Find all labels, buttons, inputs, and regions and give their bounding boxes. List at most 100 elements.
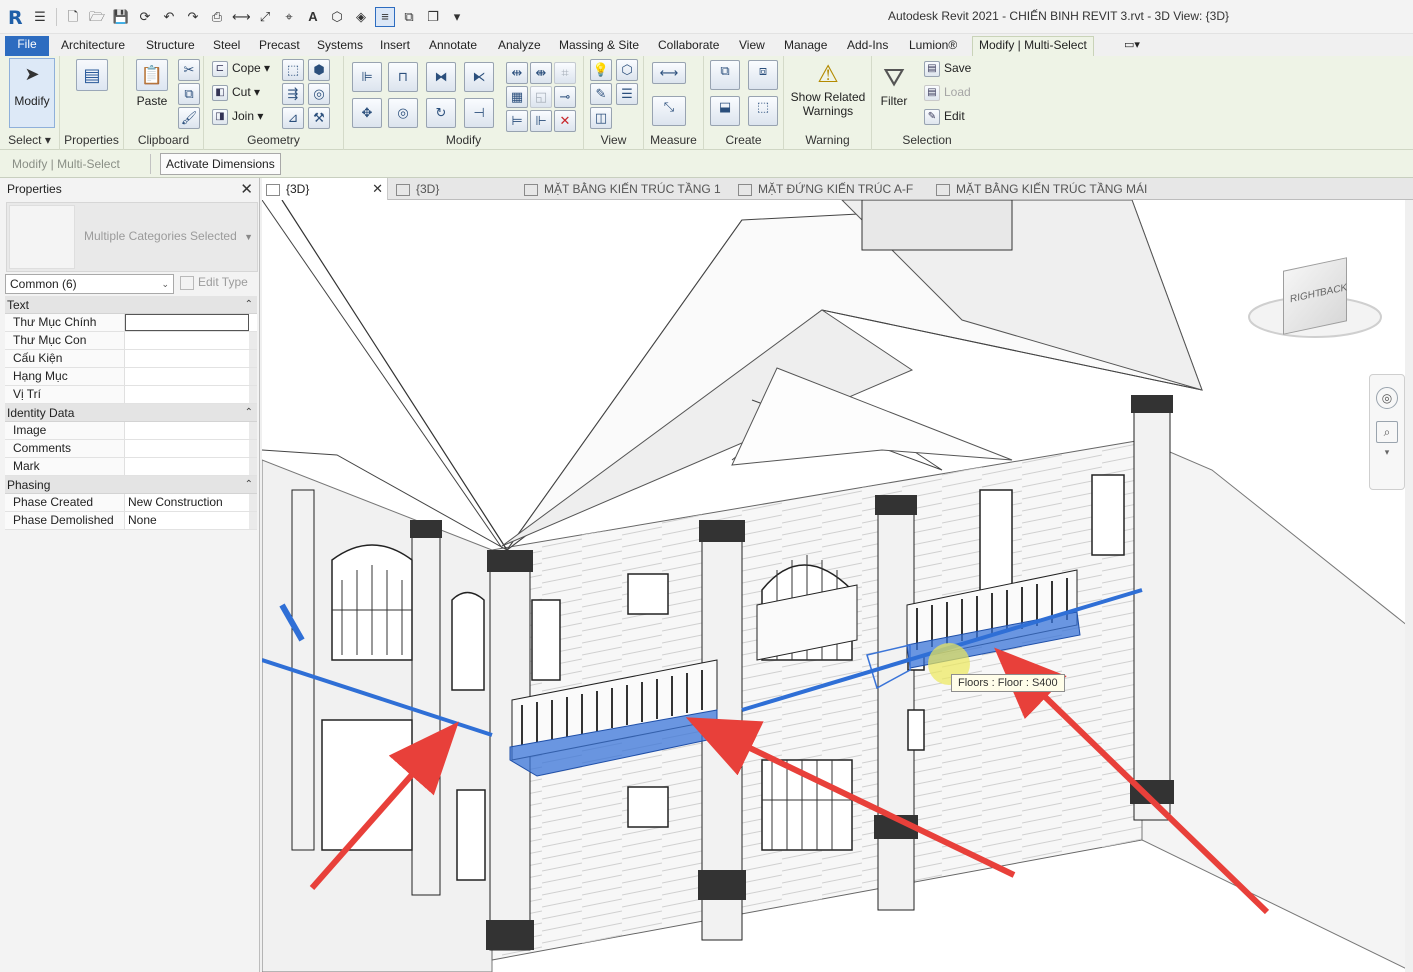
undo-icon[interactable]: ↶: [159, 7, 179, 27]
trim-extend-icon[interactable]: ⊣: [464, 98, 494, 128]
modify-button[interactable]: ➤ Modify: [9, 58, 55, 128]
create-parts-icon[interactable]: ⧈: [748, 60, 778, 90]
properties-filter-dropdown[interactable]: Common (6) ⌄: [5, 274, 174, 294]
property-row[interactable]: Phase Demolished None: [5, 512, 257, 530]
customize-qat-icon[interactable]: ▾: [447, 7, 467, 27]
property-value[interactable]: None: [125, 512, 249, 529]
vertical-scrollbar[interactable]: [1405, 200, 1413, 972]
3d-view-icon[interactable]: ⬡: [327, 7, 347, 27]
close-hidden-icon[interactable]: ⧉: [399, 7, 419, 27]
text-icon[interactable]: A: [303, 7, 323, 27]
viewcube-right-label[interactable]: RIGHT: [1290, 288, 1321, 306]
type-selector[interactable]: Multiple Categories Selected ▼: [6, 202, 258, 272]
view-tab-floor-plan-1[interactable]: MẶT BẰNG KIẾN TRÚC TẦNG 1: [520, 178, 721, 200]
thin-lines-icon[interactable]: ≡: [375, 7, 395, 27]
new-file-icon[interactable]: 🗋: [63, 7, 83, 27]
wall-joins-icon[interactable]: ⬢: [308, 59, 330, 81]
override-graphics-icon[interactable]: 💡: [590, 59, 612, 81]
switch-windows-icon[interactable]: ❐: [423, 7, 443, 27]
join-button[interactable]: ◨ Join ▾: [212, 109, 263, 129]
redo-icon[interactable]: ↷: [183, 7, 203, 27]
property-row[interactable]: Vị Trí: [5, 386, 257, 404]
property-value[interactable]: [125, 386, 249, 403]
tab-view[interactable]: View: [733, 37, 771, 56]
tab-modify-multi-select[interactable]: Modify | Multi-Select: [972, 36, 1094, 56]
mirror-axis-icon[interactable]: ⧓: [426, 62, 456, 92]
property-row[interactable]: Phase Created New Construction: [5, 494, 257, 512]
measure-between-icon[interactable]: ⟷: [652, 62, 686, 84]
dimension-icon[interactable]: ⤢: [255, 7, 275, 27]
property-value[interactable]: [125, 332, 249, 349]
tab-manage[interactable]: Manage: [778, 37, 833, 56]
chevron-down-icon[interactable]: ▾: [1370, 447, 1404, 458]
tab-steel[interactable]: Steel: [207, 37, 246, 56]
view-tab-3d[interactable]: {3D}: [392, 178, 439, 200]
viewcube-box[interactable]: RIGHT BACK: [1283, 257, 1347, 335]
trim-single-icon[interactable]: ⊩: [530, 110, 552, 132]
view-tab-roof-plan[interactable]: MẶT BẰNG KIẾN TRÚC TẦNG MÁI: [932, 178, 1147, 200]
tab-annotate[interactable]: Annotate: [423, 37, 483, 56]
activate-dimensions-button[interactable]: Activate Dimensions: [160, 153, 281, 175]
create-assembly-icon[interactable]: ⧉: [710, 60, 740, 90]
property-value-input[interactable]: [125, 314, 249, 331]
edit-type-button[interactable]: Edit Type: [180, 275, 248, 290]
menu-icon[interactable]: ☰: [30, 7, 50, 27]
tab-file[interactable]: File: [5, 36, 49, 56]
line-pattern-icon[interactable]: ☰: [616, 83, 638, 105]
array-icon[interactable]: ▦: [506, 86, 528, 108]
sync-icon[interactable]: ⟳: [135, 7, 155, 27]
align-icon[interactable]: ⊫: [352, 62, 382, 92]
copy-element-icon[interactable]: ◎: [388, 98, 418, 128]
tab-precast[interactable]: Precast: [253, 37, 306, 56]
cut-geometry-button[interactable]: ◧ Cut ▾: [212, 85, 260, 105]
open-icon[interactable]: 🗁: [87, 7, 107, 27]
property-row[interactable]: Cấu Kiện: [5, 350, 257, 368]
demolish-icon[interactable]: ⇶: [282, 83, 304, 105]
tab-structure[interactable]: Structure: [140, 37, 201, 56]
hide-isolate-icon[interactable]: ⬡: [616, 59, 638, 81]
property-row[interactable]: Thư Mục Chính: [5, 314, 257, 332]
properties-button[interactable]: ▤: [70, 59, 114, 94]
create-group-icon[interactable]: ⬓: [710, 96, 740, 126]
create-similar-icon[interactable]: ⬚: [748, 96, 778, 126]
tab-add-ins[interactable]: Add-Ins: [841, 37, 894, 56]
property-value[interactable]: [125, 422, 249, 439]
property-row[interactable]: Comments: [5, 440, 257, 458]
filter-button[interactable]: ⛛ Filter: [876, 60, 912, 108]
split-face-icon[interactable]: ⬚: [282, 59, 304, 81]
close-icon[interactable]: ✕: [240, 180, 253, 198]
beam-column-join-icon[interactable]: ⊿: [282, 107, 304, 129]
mirror-draw-icon[interactable]: ⧔: [464, 62, 494, 92]
property-row[interactable]: Thư Mục Con: [5, 332, 257, 350]
split-element-icon[interactable]: ⇹: [506, 62, 528, 84]
print-icon[interactable]: ⎙: [207, 7, 227, 27]
group-header-phasing[interactable]: Phasing ⌃: [5, 476, 257, 494]
edit-selection-button[interactable]: ✎ Edit: [924, 109, 965, 129]
copy-icon[interactable]: ⧉: [178, 83, 200, 105]
view-tab-elevation[interactable]: MẶT ĐỨNG KIẾN TRÚC A-F: [734, 178, 913, 200]
tab-insert[interactable]: Insert: [374, 37, 416, 56]
match-properties-icon[interactable]: 🖌: [178, 107, 200, 129]
property-row[interactable]: Mark: [5, 458, 257, 476]
property-value[interactable]: New Construction: [125, 494, 249, 511]
property-value[interactable]: [125, 368, 249, 385]
tab-analyze[interactable]: Analyze: [492, 37, 547, 56]
section-icon[interactable]: ◈: [351, 7, 371, 27]
paint-icon[interactable]: ◎: [308, 83, 330, 105]
collapse-icon[interactable]: ⌃: [245, 296, 253, 314]
close-icon[interactable]: ✕: [372, 178, 383, 200]
ribbon-display-toggle-icon[interactable]: ▭▾: [1118, 37, 1146, 56]
load-selection-button[interactable]: ▤ Load: [924, 85, 971, 105]
cut-icon[interactable]: ✂: [178, 59, 200, 81]
unpin-icon[interactable]: ⌗: [554, 62, 576, 84]
property-value[interactable]: [125, 350, 249, 367]
property-row[interactable]: Hạng Mục: [5, 368, 257, 386]
show-related-warnings-button[interactable]: ⚠ Show Related Warnings: [788, 60, 868, 118]
group-label-select[interactable]: Select ▾: [0, 133, 59, 147]
split-gap-icon[interactable]: ⇼: [530, 62, 552, 84]
tag-icon[interactable]: ⌖: [279, 7, 299, 27]
hammer-icon[interactable]: ⚒: [308, 107, 330, 129]
collapse-icon[interactable]: ⌃: [245, 404, 253, 422]
zoom-icon[interactable]: ⌕: [1376, 421, 1398, 443]
pin-icon[interactable]: ⊸: [554, 86, 576, 108]
